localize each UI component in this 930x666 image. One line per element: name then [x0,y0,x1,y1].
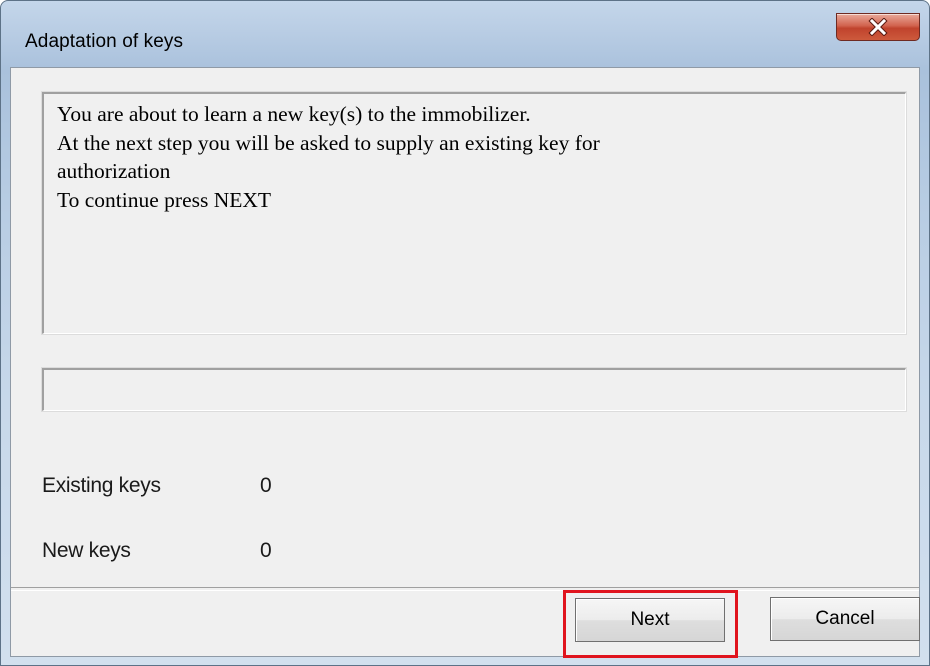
existing-keys-label: Existing keys [42,474,161,497]
progress-bar [42,368,906,411]
dialog-window: Adaptation of keys You are about to lear… [0,0,930,666]
new-keys-label: New keys [42,539,131,562]
next-button[interactable]: Next [575,598,725,642]
message-line: authorization [57,159,171,183]
existing-keys-value: 0 [260,474,272,497]
new-keys-value: 0 [260,539,272,562]
message-line: To continue press NEXT [57,187,272,212]
message-textbox: You are about to learn a new key(s) to t… [42,92,906,334]
dialog-client-area: You are about to learn a new key(s) to t… [10,67,920,658]
message-line: You are about to learn a new key(s) to t… [57,102,531,126]
button-bar-separator [11,587,919,591]
cancel-button[interactable]: Cancel [770,597,920,641]
window-title: Adaptation of keys [25,31,184,52]
close-button[interactable] [836,13,920,41]
message-line: At the next step you will be asked to su… [57,130,600,155]
close-x-icon [868,18,888,36]
